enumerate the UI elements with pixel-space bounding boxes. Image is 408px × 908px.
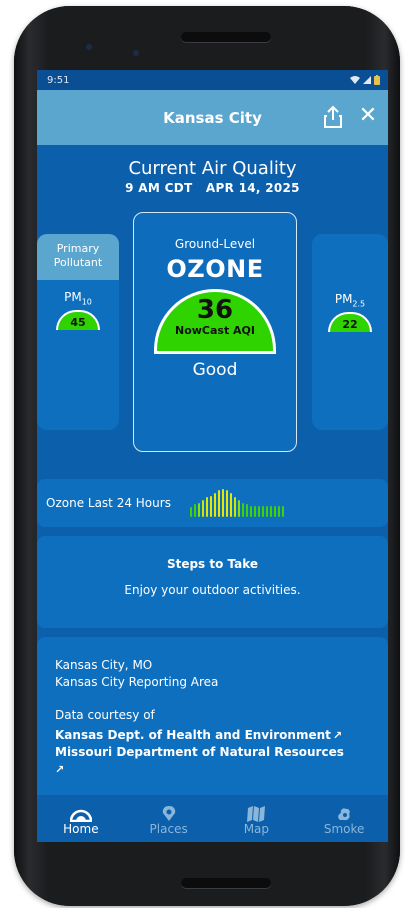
pollutant-cards: Primary Pollutant PM10 45 Ground-Level O… <box>37 212 388 462</box>
trend-bar <box>193 504 196 517</box>
app-screen: 9:51 Kansas City ✕ Current Air Quality 9… <box>37 70 388 842</box>
aqi-value: 36 <box>196 295 234 325</box>
smoke-icon <box>338 807 350 820</box>
nav-home[interactable]: Home <box>41 802 121 836</box>
trend-bar <box>209 496 212 517</box>
pollutant-name: OZONE <box>166 255 264 283</box>
trend-bar <box>273 506 276 517</box>
trend-bar <box>229 493 232 517</box>
trend-bar <box>217 490 220 517</box>
trend-bar <box>225 490 228 517</box>
aqi-gauge: 36 NowCast AQI <box>154 289 276 351</box>
nav-label: Home <box>63 821 99 836</box>
location-pin-icon <box>162 805 175 821</box>
primary-pollutant-header: Primary Pollutant <box>37 234 119 280</box>
pollutant-label: PM2.5 <box>334 292 366 309</box>
location-title: Kansas City <box>163 108 262 127</box>
nav-label: Map <box>243 821 270 836</box>
source-link-missouri-dnr[interactable]: Missouri Department of Natural Resources… <box>55 744 388 778</box>
top-speaker <box>181 32 271 42</box>
primary-pollutant-card[interactable]: Primary Pollutant PM10 45 <box>37 234 119 430</box>
sensor-dot <box>133 50 139 56</box>
reporting-info-card: Kansas City, MO Kansas City Reporting Ar… <box>37 637 388 817</box>
map-icon <box>247 805 266 822</box>
trend-bar <box>257 506 260 517</box>
aqi-category: Good <box>192 360 238 380</box>
courtesy-label: Data courtesy of <box>55 708 155 722</box>
section-title: Current Air Quality <box>128 158 297 179</box>
gauge-icon <box>69 809 92 822</box>
aqi-type-label: NowCast AQI <box>174 324 255 337</box>
nav-label: Smoke <box>323 821 365 836</box>
aqi-value-badge: 45 <box>56 310 100 331</box>
steps-text: Enjoy your outdoor activities. <box>124 583 301 597</box>
nav-label: Places <box>149 821 188 836</box>
trend-bar-chart <box>189 489 284 517</box>
pollutant-label: PM10 <box>64 290 92 307</box>
reporting-area: Kansas City Reporting Area <box>55 675 219 689</box>
trend-bar <box>281 506 284 517</box>
nav-map[interactable]: Map <box>216 802 296 836</box>
trend-bar <box>269 506 272 517</box>
app-bar: Kansas City ✕ <box>37 90 388 145</box>
external-link-icon: ↗ <box>55 763 65 776</box>
source-link-kdhe[interactable]: Kansas Dept. of Health and Environment ↗ <box>55 727 388 744</box>
trend-bar <box>233 497 236 517</box>
trend-bar <box>221 489 224 517</box>
steps-to-take-card: Steps to Take Enjoy your outdoor activit… <box>37 536 388 628</box>
trend-bar <box>213 493 216 517</box>
bottom-navigation: Home Places Map Smoke <box>37 795 388 842</box>
trend-bar <box>197 503 200 517</box>
status-time: 9:51 <box>47 74 70 86</box>
location-name: Kansas City, MO <box>55 658 153 672</box>
trend-label: Ozone Last 24 Hours <box>46 496 171 510</box>
gauge-baseline <box>154 351 276 354</box>
ozone-trend-row[interactable]: Ozone Last 24 Hours <box>37 479 388 527</box>
aqi-value-badge: 22 <box>328 312 372 333</box>
front-camera <box>86 44 92 50</box>
trend-bar <box>205 497 208 517</box>
observation-datetime: 9 AM CDT APR 14, 2025 <box>125 181 300 195</box>
trend-bar <box>189 507 192 517</box>
ozone-main-card[interactable]: Ground-Level OZONE 36 NowCast AQI Good <box>133 212 297 452</box>
trend-bar <box>237 500 240 517</box>
current-air-quality-header: Current Air Quality 9 AM CDT APR 14, 202… <box>37 158 388 195</box>
steps-title: Steps to Take <box>166 557 259 571</box>
status-bar: 9:51 <box>37 70 388 90</box>
trend-bar <box>249 506 252 517</box>
trend-bar <box>265 506 268 517</box>
pm25-card[interactable]: PM2.5 22 <box>312 234 388 430</box>
wifi-icon <box>350 76 360 84</box>
trend-bar <box>277 506 280 517</box>
nav-places[interactable]: Places <box>129 802 209 836</box>
trend-bar <box>241 503 244 517</box>
bottom-speaker <box>181 878 271 888</box>
nav-smoke[interactable]: Smoke <box>304 802 384 836</box>
external-link-icon: ↗ <box>332 729 343 742</box>
ground-level-label: Ground-Level <box>174 237 256 251</box>
share-icon[interactable] <box>322 105 344 129</box>
close-icon[interactable]: ✕ <box>356 104 380 128</box>
trend-bar <box>253 506 256 517</box>
trend-bar <box>245 504 248 517</box>
signal-icon <box>363 76 371 84</box>
trend-bar <box>261 506 264 517</box>
battery-icon <box>374 75 380 85</box>
trend-bar <box>201 500 204 517</box>
